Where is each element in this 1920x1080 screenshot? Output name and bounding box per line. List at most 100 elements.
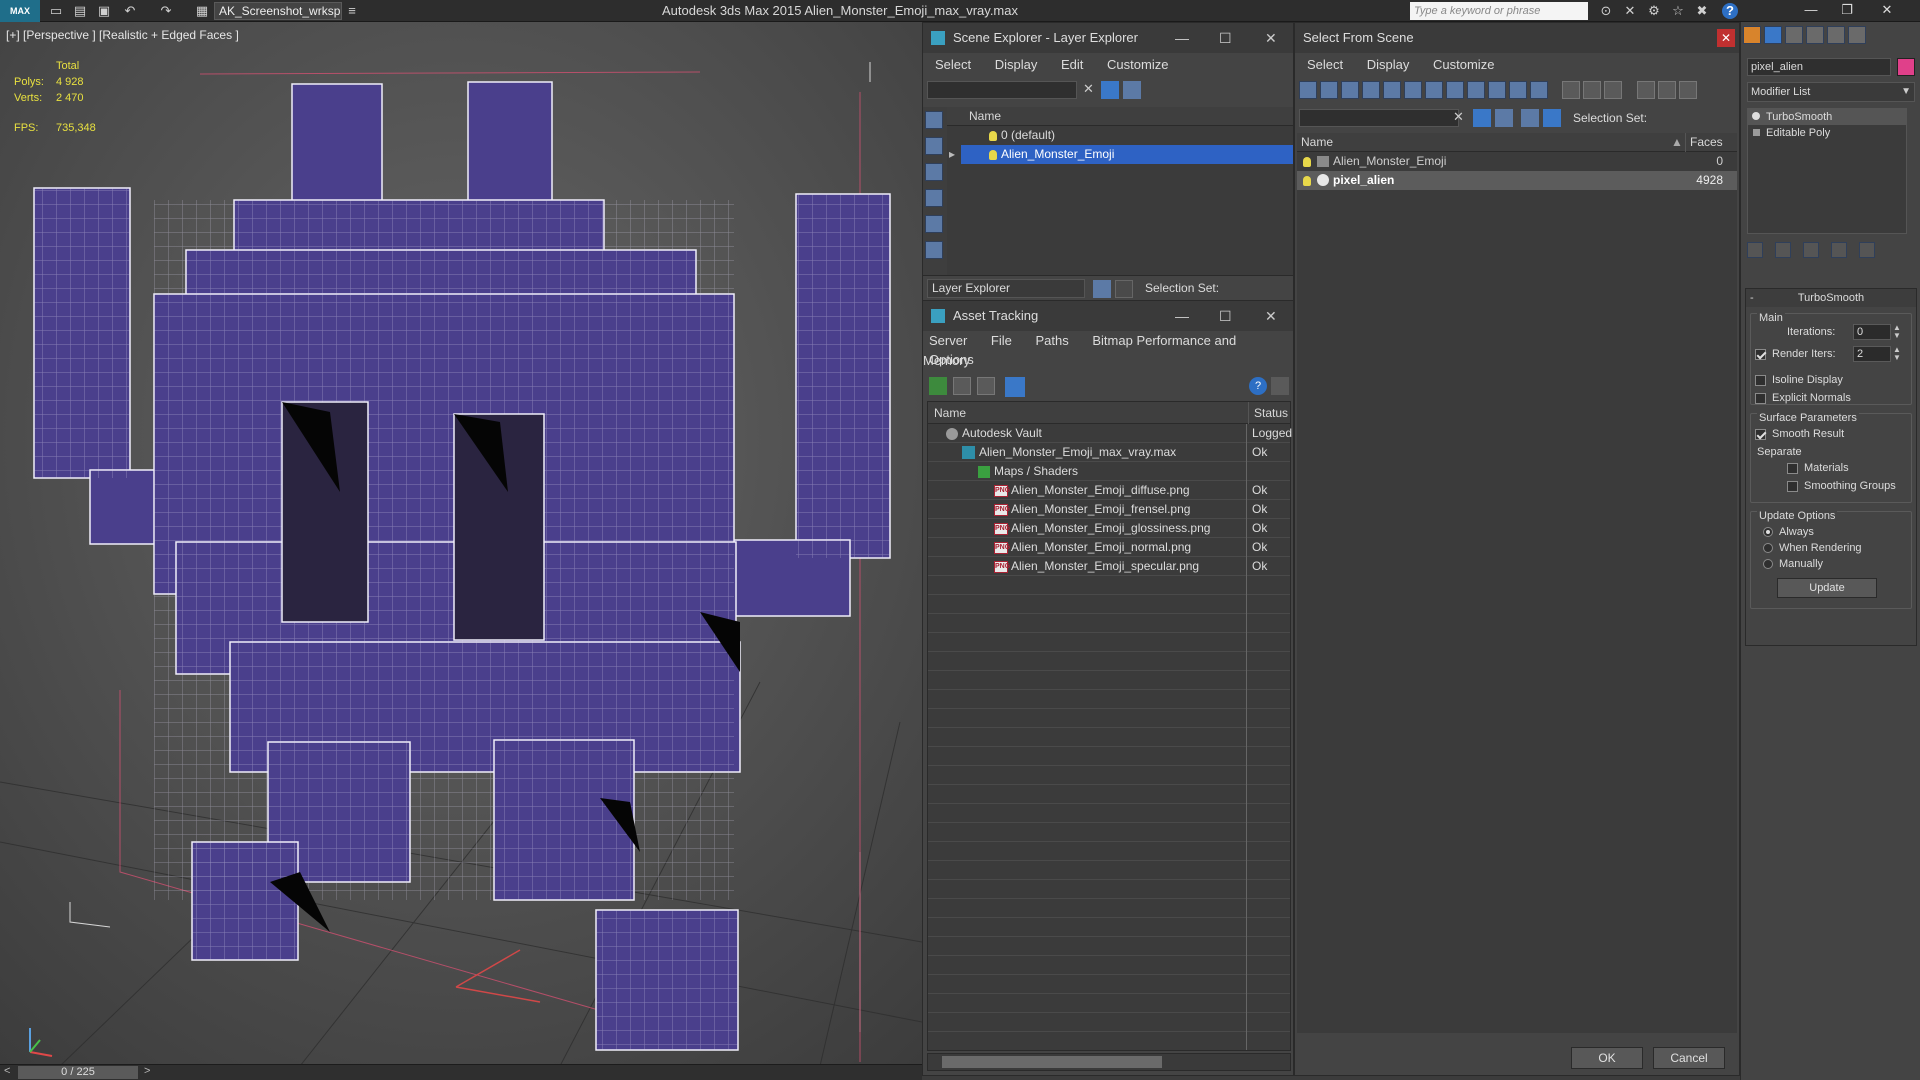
filter-icon[interactable] <box>1473 109 1491 127</box>
layer-row-alien-monster[interactable]: ▸ Alien_Monster_Emoji <box>949 145 1293 164</box>
select-invert-icon[interactable] <box>1604 81 1623 99</box>
select-from-scene-titlebar[interactable]: Select From Scene ✕ <box>1295 23 1739 53</box>
always-radio[interactable] <box>1763 527 1773 538</box>
display-containers-icon[interactable] <box>1488 81 1506 99</box>
smooth-result-checkbox[interactable] <box>1755 428 1766 440</box>
update-button[interactable]: Update <box>1777 578 1877 598</box>
remove-modifier-icon[interactable] <box>1831 242 1847 258</box>
table-view-icon[interactable] <box>1005 377 1025 397</box>
menu-customize[interactable]: Customize <box>1433 57 1494 72</box>
smooth-result-row[interactable]: Smooth Result <box>1755 428 1844 440</box>
display-geometry-icon[interactable] <box>1299 81 1317 99</box>
layer-icon[interactable] <box>1495 109 1513 127</box>
manually-radio[interactable] <box>1763 559 1773 570</box>
restore-icon[interactable]: ☐ <box>1219 23 1232 53</box>
close-icon[interactable]: ✕ <box>1717 29 1735 47</box>
display-groups-icon[interactable] <box>1425 81 1443 99</box>
display-shapes-icon[interactable] <box>925 163 943 181</box>
display-shapes-icon[interactable] <box>1320 81 1338 99</box>
when-rendering-radio[interactable] <box>1763 543 1773 554</box>
layer-tree-header[interactable]: Name <box>947 107 1293 126</box>
materials-row[interactable]: Materials <box>1787 462 1849 474</box>
close-icon[interactable]: ✕ <box>1876 2 1898 18</box>
menu-display[interactable]: Display <box>1367 57 1410 72</box>
asset-row[interactable]: PNGAlien_Monster_Emoji_normal.png Ok <box>928 538 1290 557</box>
favorites-star-icon[interactable]: ☆ <box>1670 3 1686 19</box>
asset-row[interactable]: PNGAlien_Monster_Emoji_frensel.png Ok <box>928 500 1290 519</box>
menu-edit[interactable]: Edit <box>1061 57 1083 72</box>
object-name-field[interactable]: pixel_alien <box>1747 58 1891 76</box>
undo-icon[interactable]: ↶ <box>122 3 138 19</box>
minimize-icon[interactable]: — <box>1175 301 1189 331</box>
light-bulb-icon[interactable] <box>989 130 997 141</box>
clear-search-icon[interactable]: ✕ <box>1083 81 1094 97</box>
pin-stack-icon[interactable] <box>1747 242 1763 258</box>
help-icon[interactable]: ? <box>1722 3 1738 19</box>
menu-server[interactable]: Server <box>929 333 967 348</box>
viewport-label[interactable]: [+] [Perspective ] [Realistic + Edged Fa… <box>6 28 239 42</box>
hierarchy-mode-icon[interactable] <box>1543 109 1561 127</box>
refresh-icon[interactable] <box>929 377 947 395</box>
turbosmooth-rollout-header[interactable]: - TurboSmooth <box>1746 289 1916 307</box>
thumbnail-view-icon[interactable] <box>977 377 995 395</box>
layer-mode-icon[interactable] <box>1521 109 1539 127</box>
new-file-icon[interactable]: ▭ <box>48 3 64 19</box>
sort-icon[interactable] <box>1636 81 1655 99</box>
minimize-icon[interactable]: — <box>1175 23 1189 53</box>
asset-tracking-titlebar[interactable]: Asset Tracking — ☐ ✕ <box>923 301 1293 331</box>
make-unique-icon[interactable] <box>1803 242 1819 258</box>
display-lights-icon[interactable] <box>1341 81 1359 99</box>
display-geometry-icon[interactable] <box>925 137 943 155</box>
restore-icon[interactable]: ☐ <box>1219 301 1232 331</box>
asset-row[interactable]: PNGAlien_Monster_Emoji_diffuse.png Ok <box>928 481 1290 500</box>
help-search-input[interactable]: Type a keyword or phrase <box>1410 2 1588 20</box>
menu-select[interactable]: Select <box>1307 57 1343 72</box>
scene-explorer-search-input[interactable] <box>927 81 1077 99</box>
display-cameras-icon[interactable] <box>925 215 943 233</box>
communication-icon[interactable]: ✖ <box>1694 3 1710 19</box>
column-name[interactable]: Name <box>934 402 966 424</box>
spinner-arrows-icon[interactable]: ▲ ▼ <box>1893 324 1901 340</box>
menu-paths[interactable]: Paths <box>1036 333 1069 348</box>
modify-tab-icon[interactable] <box>1764 26 1782 44</box>
subscription-icon[interactable]: ⚙ <box>1646 3 1662 19</box>
smoothing-groups-checkbox[interactable] <box>1787 480 1798 492</box>
light-bulb-icon[interactable] <box>1303 157 1311 167</box>
when-rendering-row[interactable]: When Rendering <box>1763 542 1862 554</box>
time-prev-icon[interactable]: < <box>4 1065 10 1077</box>
display-lights-icon[interactable] <box>925 189 943 207</box>
stack-item-turbosmooth[interactable]: TurboSmooth <box>1748 109 1906 125</box>
time-slider-thumb[interactable]: 0 / 225 <box>18 1066 138 1079</box>
select-search-input[interactable] <box>1299 109 1459 127</box>
display-tab-icon[interactable] <box>1827 26 1845 44</box>
project-folder-icon[interactable]: ▦ <box>194 3 210 19</box>
redo-icon[interactable]: ↷ <box>158 3 174 19</box>
utilities-tab-icon[interactable] <box>1848 26 1866 44</box>
menu-select[interactable]: Select <box>935 57 971 72</box>
columns-icon[interactable] <box>1678 81 1697 99</box>
stack-item-editable-poly[interactable]: Editable Poly <box>1748 125 1906 141</box>
workspace-dropdown[interactable]: AK_Screenshot_wrksp <box>214 2 342 20</box>
column-status[interactable]: Status <box>1248 402 1288 424</box>
modifier-list-dropdown[interactable]: Modifier List ▼ <box>1747 82 1915 102</box>
asset-row[interactable]: Maps / Shaders <box>928 462 1290 481</box>
menu-display[interactable]: Display <box>995 57 1038 72</box>
menu-customize[interactable]: Customize <box>1107 57 1168 72</box>
open-file-icon[interactable]: ▤ <box>72 3 88 19</box>
collapse-icon[interactable]: - <box>1750 289 1754 307</box>
asset-row[interactable]: PNGAlien_Monster_Emoji_specular.png Ok <box>928 557 1290 576</box>
clear-search-icon[interactable]: ✕ <box>1453 109 1464 125</box>
isoline-display-row[interactable]: Isoline Display <box>1755 374 1843 386</box>
configure-sets-icon[interactable] <box>1859 242 1875 258</box>
menu-options[interactable]: Options <box>929 352 974 367</box>
sort-ascending-icon[interactable]: ▲ <box>1671 133 1683 152</box>
chevron-down-icon[interactable]: ▼ <box>1901 83 1911 101</box>
render-iters-spinner[interactable]: 2 <box>1853 346 1891 362</box>
cancel-button[interactable]: Cancel <box>1653 1047 1725 1069</box>
render-iters-row[interactable]: Render Iters: <box>1755 348 1836 360</box>
object-row-pixel-alien[interactable]: pixel_alien 4928 <box>1297 171 1737 190</box>
object-color-swatch[interactable] <box>1897 58 1915 76</box>
menu-file[interactable]: File <box>991 333 1012 348</box>
filter-icon[interactable] <box>1101 81 1119 99</box>
display-none-icon[interactable] <box>925 111 943 129</box>
